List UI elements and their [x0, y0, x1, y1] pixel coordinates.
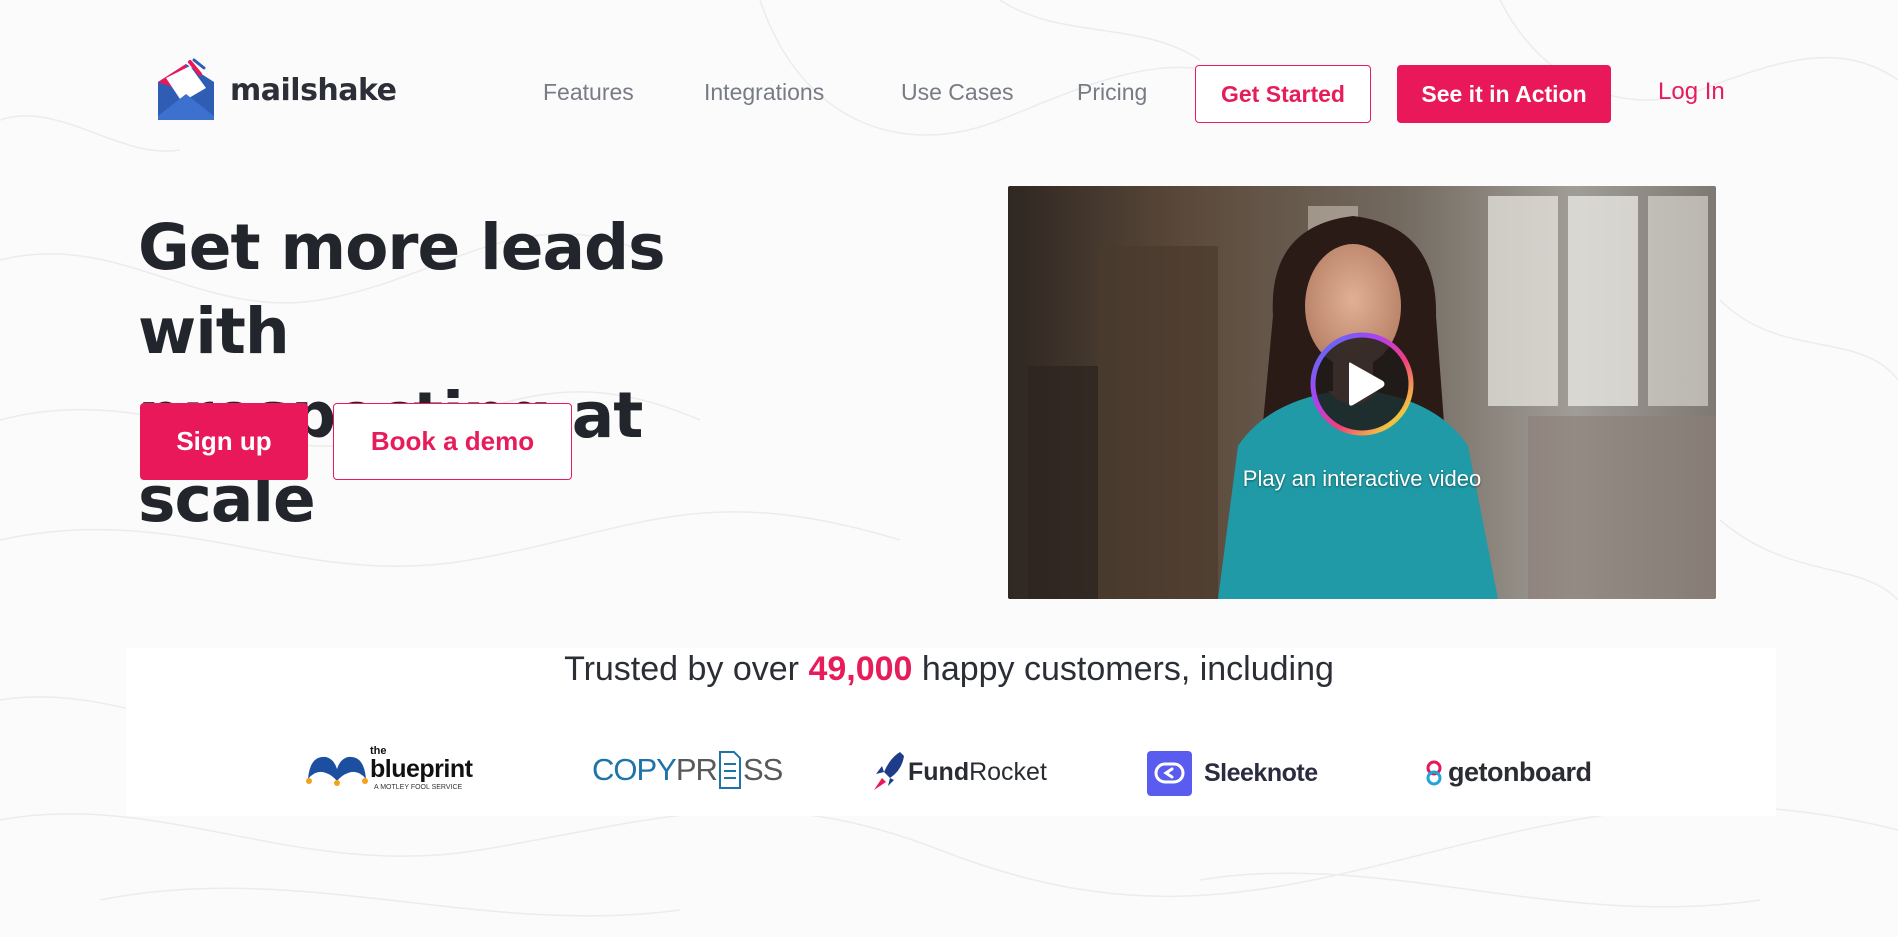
nav-pricing[interactable]: Pricing: [1077, 76, 1147, 108]
rocket-icon: [874, 752, 904, 790]
sleeknote-logo-icon: [1147, 751, 1192, 796]
customer-logo-fundrocket: FundRocket: [870, 750, 1047, 794]
copypress-copy: COPY: [592, 752, 677, 787]
customer-logo-getonboard: getonboard: [1424, 757, 1592, 788]
play-icon[interactable]: [1309, 331, 1415, 437]
trusted-prefix: Trusted by over: [564, 650, 800, 688]
blueprint-tagline: A MOTLEY FOOL SERVICE: [374, 784, 463, 791]
fundrocket-fund: Fund: [908, 757, 970, 786]
video-caption: Play an interactive video: [1242, 466, 1482, 491]
customer-logo-copypress: COPY PR SS: [592, 750, 783, 790]
copypress-pr: PR: [675, 752, 718, 787]
envelope-logo-icon: [158, 58, 214, 120]
login-link[interactable]: Log In: [1658, 76, 1725, 108]
sign-up-button[interactable]: Sign up: [140, 403, 308, 480]
trusted-by-text: Trusted by over 49,000 happy customers, …: [0, 650, 1898, 689]
get-started-button[interactable]: Get Started: [1195, 65, 1371, 123]
nav-features[interactable]: Features: [543, 76, 634, 108]
customer-logo-sleeknote: Sleeknote: [1147, 751, 1318, 796]
logo-wordmark: mailshake: [230, 72, 397, 108]
nav-integrations[interactable]: Integrations: [704, 76, 824, 108]
blueprint-logo-icon: [306, 756, 368, 786]
customer-logo-blueprint: the blueprint A MOTLEY FOOL SERVICE: [306, 746, 473, 791]
nav-use-cases[interactable]: Use Cases: [901, 76, 1013, 108]
trusted-suffix: happy customers, including: [921, 650, 1334, 688]
fundrocket-rocket: Rocket: [969, 757, 1047, 786]
book-demo-button[interactable]: Book a demo: [333, 403, 572, 480]
getonboard-logo-icon: [1426, 760, 1442, 785]
copypress-ss: SS: [742, 752, 783, 787]
mailshake-logo[interactable]: mailshake: [154, 58, 397, 122]
customer-count: 49,000: [808, 650, 913, 688]
hero-title-line-1: Get more leads with: [138, 211, 666, 368]
hero-title: Get more leads with prospecting at scale: [138, 206, 778, 542]
landing-page: mailshake Features Integrations Use Case…: [0, 0, 1898, 937]
see-it-in-action-button[interactable]: See it in Action: [1397, 65, 1611, 123]
getonboard-wordmark: getonboard: [1448, 757, 1592, 787]
blueprint-wordmark: blueprint: [370, 755, 473, 783]
sleeknote-wordmark: Sleeknote: [1204, 759, 1318, 787]
copypress-logo-icon: [718, 751, 741, 789]
